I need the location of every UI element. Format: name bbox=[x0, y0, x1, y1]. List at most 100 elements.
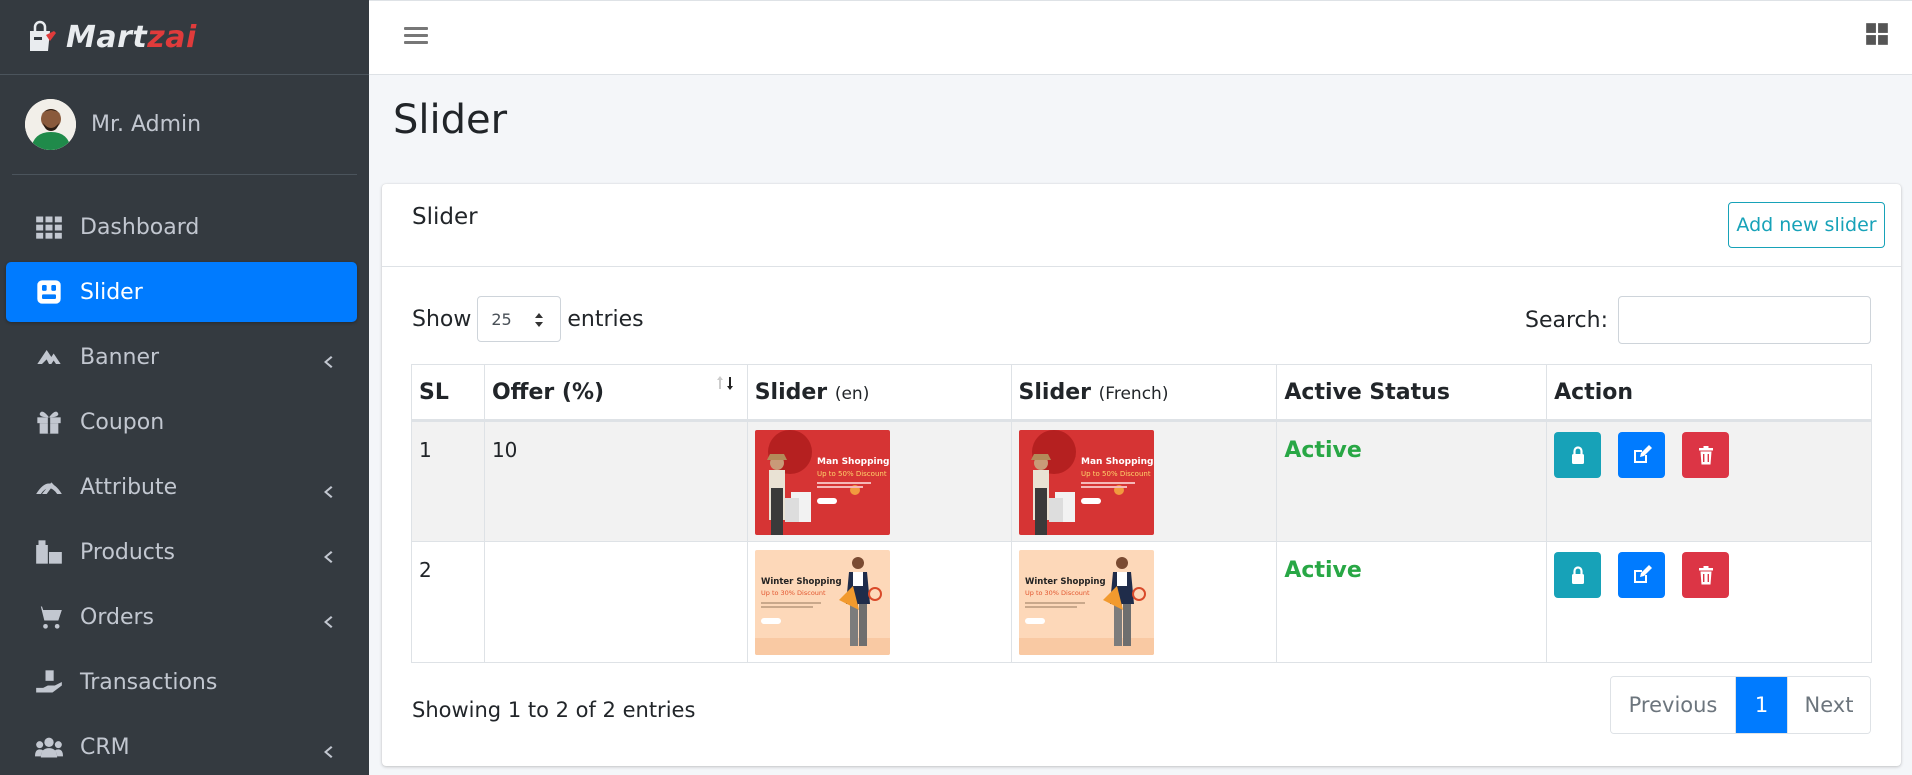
sidebar-item-label: Slider bbox=[80, 279, 143, 305]
row-actions bbox=[1554, 542, 1864, 598]
sidebar-item-label: Transactions bbox=[80, 669, 218, 695]
card-header: Slider Add new slider bbox=[382, 184, 1901, 267]
slider-image-title: Winter Shopping bbox=[1025, 577, 1106, 587]
header-slider-en[interactable]: Slider (en) bbox=[746, 364, 1012, 422]
sidebar-item-label: CRM bbox=[80, 734, 130, 760]
sidebar-item-label: Dashboard bbox=[80, 214, 200, 240]
trash-icon bbox=[1698, 566, 1713, 585]
row-offer bbox=[492, 542, 740, 558]
grid-icon[interactable] bbox=[1864, 21, 1890, 47]
sidebar-nav: Dashboard Slider Banner Coupon Attribute… bbox=[6, 197, 357, 775]
shopping-bag-logo-icon bbox=[30, 20, 56, 51]
add-slider-button[interactable]: Add new slider bbox=[1728, 202, 1885, 248]
brand-name: Martzai bbox=[66, 19, 197, 55]
header-sl[interactable]: SL bbox=[411, 364, 485, 422]
gift-icon bbox=[34, 407, 64, 437]
products-icon bbox=[34, 537, 64, 567]
sidebar-item-dashboard[interactable]: Dashboard bbox=[6, 197, 357, 257]
pagination: Previous 1 Next bbox=[1610, 676, 1871, 734]
lock-button[interactable] bbox=[1554, 432, 1602, 478]
attribute-icon bbox=[34, 472, 64, 502]
header-slider-french[interactable]: Slider (French) bbox=[1010, 364, 1278, 422]
sidebar-item-orders[interactable]: Orders bbox=[6, 587, 357, 647]
header-offer[interactable]: Offer (%) bbox=[483, 364, 748, 422]
slider-image-en[interactable]: Man Shopping Up to 50% Discount bbox=[754, 430, 890, 535]
sidebar-item-label: Products bbox=[80, 539, 175, 565]
sidebar-item-transactions[interactable]: Transactions bbox=[6, 652, 357, 712]
edit-button[interactable] bbox=[1618, 432, 1666, 478]
slider-image-french[interactable]: Winter Shopping Up to 30% Discount bbox=[1018, 550, 1154, 655]
slider-image-en[interactable]: Winter Shopping Up to 30% Discount bbox=[754, 550, 890, 655]
sidebar-item-label: Attribute bbox=[80, 474, 178, 500]
previous-page-button[interactable]: Previous bbox=[1611, 677, 1736, 733]
row-sl: 2 bbox=[419, 558, 432, 582]
slider-image-title: Winter Shopping bbox=[761, 577, 842, 587]
cart-icon bbox=[34, 602, 64, 632]
status-badge: Active bbox=[1284, 438, 1362, 463]
chevron-left-icon bbox=[321, 740, 335, 758]
edit-button[interactable] bbox=[1618, 552, 1666, 598]
chevron-left-icon bbox=[321, 350, 335, 368]
sidebar-item-products[interactable]: Products bbox=[6, 522, 357, 582]
lock-icon bbox=[1571, 566, 1584, 584]
chevron-left-icon bbox=[321, 545, 335, 563]
sidebar-item-crm[interactable]: CRM bbox=[6, 717, 357, 775]
slider-image-title: Man Shopping bbox=[817, 457, 889, 467]
user-name[interactable]: Mr. Admin bbox=[91, 112, 201, 137]
entries-label: entries bbox=[567, 306, 644, 332]
table-row: 2 Winter Shopping Up to 30% Discount Win… bbox=[411, 541, 1872, 663]
menu-toggle-icon[interactable] bbox=[404, 23, 428, 47]
sidebar-item-banner[interactable]: Banner bbox=[6, 327, 357, 387]
row-offer: 10 bbox=[491, 438, 518, 462]
table-row: 1 10 Man Shopping Up to 50% Discount Man… bbox=[411, 420, 1872, 542]
sidebar: Martzai Mr. Admin Dashboard Slider Banne… bbox=[0, 0, 369, 775]
sort-arrows-icon bbox=[534, 312, 544, 332]
status-badge: Active bbox=[1284, 558, 1362, 583]
delete-button[interactable] bbox=[1682, 552, 1730, 598]
slider-image-subtitle: Up to 30% Discount bbox=[1025, 589, 1090, 597]
sidebar-item-coupon[interactable]: Coupon bbox=[6, 392, 357, 452]
chevron-left-icon bbox=[321, 610, 335, 628]
header-action[interactable]: Action bbox=[1546, 364, 1872, 422]
next-page-button[interactable]: Next bbox=[1787, 677, 1870, 733]
users-icon bbox=[34, 732, 64, 762]
sidebar-item-label: Banner bbox=[80, 344, 160, 370]
header-active-status[interactable]: Active Status bbox=[1276, 364, 1548, 422]
lock-icon bbox=[1571, 446, 1584, 464]
search-control: Search: bbox=[1525, 296, 1871, 344]
avatar[interactable] bbox=[25, 99, 76, 150]
page-length-value: 25 bbox=[491, 309, 512, 329]
slider-icon bbox=[34, 277, 64, 307]
slider-image-subtitle: Up to 30% Discount bbox=[761, 589, 826, 597]
row-sl: 1 bbox=[419, 438, 432, 462]
search-input[interactable] bbox=[1618, 296, 1871, 344]
dashboard-icon bbox=[34, 212, 64, 242]
slider-card: Slider Add new slider Show 25 entries Se… bbox=[382, 184, 1901, 766]
slider-image-subtitle: Up to 50% Discount bbox=[1081, 470, 1151, 478]
slider-image-subtitle: Up to 50% Discount bbox=[817, 470, 887, 478]
table-info: Showing 1 to 2 of 2 entries bbox=[412, 698, 696, 722]
slider-image-title: Man Shopping bbox=[1081, 457, 1153, 467]
sidebar-item-label: Orders bbox=[80, 604, 154, 630]
lock-button[interactable] bbox=[1554, 552, 1602, 598]
chevron-left-icon bbox=[321, 480, 335, 498]
brand[interactable]: Martzai bbox=[0, 0, 369, 75]
page-length-control: Show 25 entries bbox=[412, 296, 644, 342]
slider-image-french[interactable]: Man Shopping Up to 50% Discount bbox=[1018, 430, 1154, 535]
page-length-select[interactable]: 25 bbox=[477, 296, 562, 342]
delete-button[interactable] bbox=[1682, 432, 1730, 478]
sidebar-item-label: Coupon bbox=[80, 409, 165, 435]
search-label: Search: bbox=[1525, 307, 1608, 333]
trash-icon bbox=[1698, 446, 1713, 465]
edit-icon bbox=[1633, 565, 1652, 583]
row-actions bbox=[1554, 422, 1864, 478]
sidebar-item-attribute[interactable]: Attribute bbox=[6, 457, 357, 517]
sidebar-item-slider[interactable]: Slider bbox=[6, 262, 357, 322]
banner-icon bbox=[34, 342, 64, 372]
page-title: Slider bbox=[393, 97, 508, 143]
card-title: Slider bbox=[412, 204, 478, 230]
page-1-button[interactable]: 1 bbox=[1736, 677, 1787, 733]
user-panel[interactable]: Mr. Admin bbox=[12, 75, 357, 175]
topbar bbox=[369, 0, 1912, 75]
transactions-icon bbox=[34, 667, 64, 697]
